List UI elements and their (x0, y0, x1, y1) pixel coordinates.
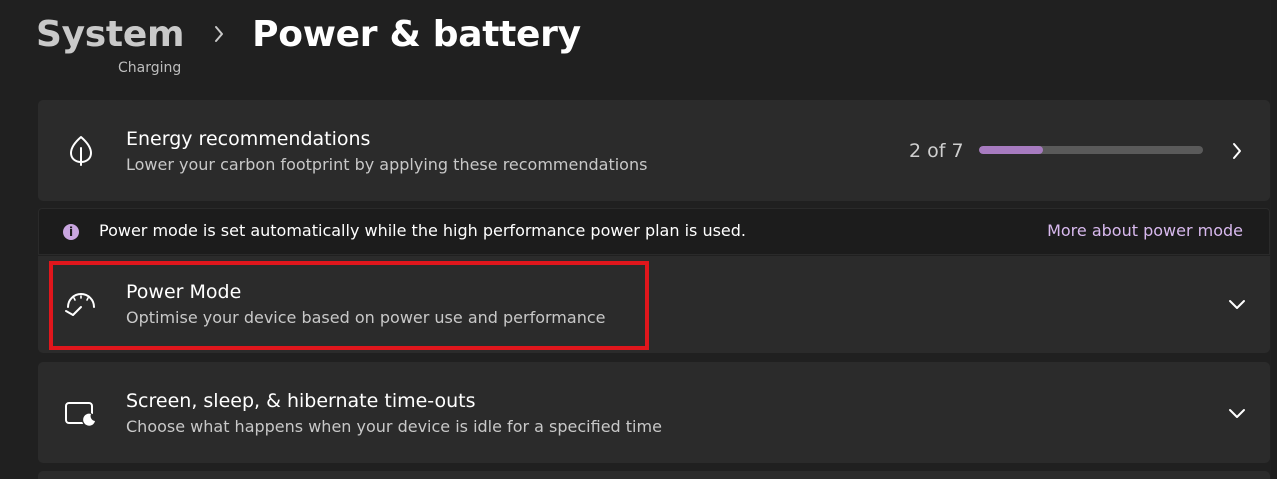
screen-sleep-title: Screen, sleep, & hibernate time-outs (126, 390, 476, 412)
clipped-text-label: Charging (118, 60, 182, 76)
clipped-scrolled-text: Charging (118, 58, 218, 80)
energy-progress-label: 2 of 7 (909, 140, 964, 162)
breadcrumb: System Power & battery (36, 8, 581, 60)
energy-progress-fill (979, 146, 1043, 154)
chevron-right-icon[interactable] (1225, 139, 1249, 163)
screen-sleep-icon (62, 395, 100, 433)
info-icon: i (63, 224, 79, 240)
settings-page: System Power & battery Charging Energy r… (0, 0, 1277, 479)
breadcrumb-system-link[interactable]: System (36, 14, 184, 55)
speedometer-icon (62, 284, 100, 322)
energy-recommendations-subtitle: Lower your carbon footprint by applying … (126, 155, 648, 174)
info-message: Power mode is set automatically while th… (99, 221, 747, 240)
energy-progress-bar (979, 146, 1203, 154)
screen-sleep-card[interactable] (38, 362, 1270, 463)
power-mode-subtitle: Optimise your device based on power use … (126, 308, 606, 327)
leaf-icon (62, 131, 100, 169)
page-title: Power & battery (252, 13, 581, 55)
chevron-right-icon (210, 22, 228, 46)
power-mode-card[interactable] (38, 256, 1270, 353)
chevron-down-icon[interactable] (1225, 292, 1249, 316)
scrollbar-track[interactable] (1271, 0, 1277, 479)
more-about-power-mode-link[interactable]: More about power mode (1047, 221, 1243, 240)
energy-recommendations-title: Energy recommendations (126, 128, 371, 150)
chevron-down-icon[interactable] (1225, 401, 1249, 425)
next-settings-card[interactable] (38, 471, 1270, 479)
power-mode-title: Power Mode (126, 281, 242, 303)
screen-sleep-subtitle: Choose what happens when your device is … (126, 417, 662, 436)
